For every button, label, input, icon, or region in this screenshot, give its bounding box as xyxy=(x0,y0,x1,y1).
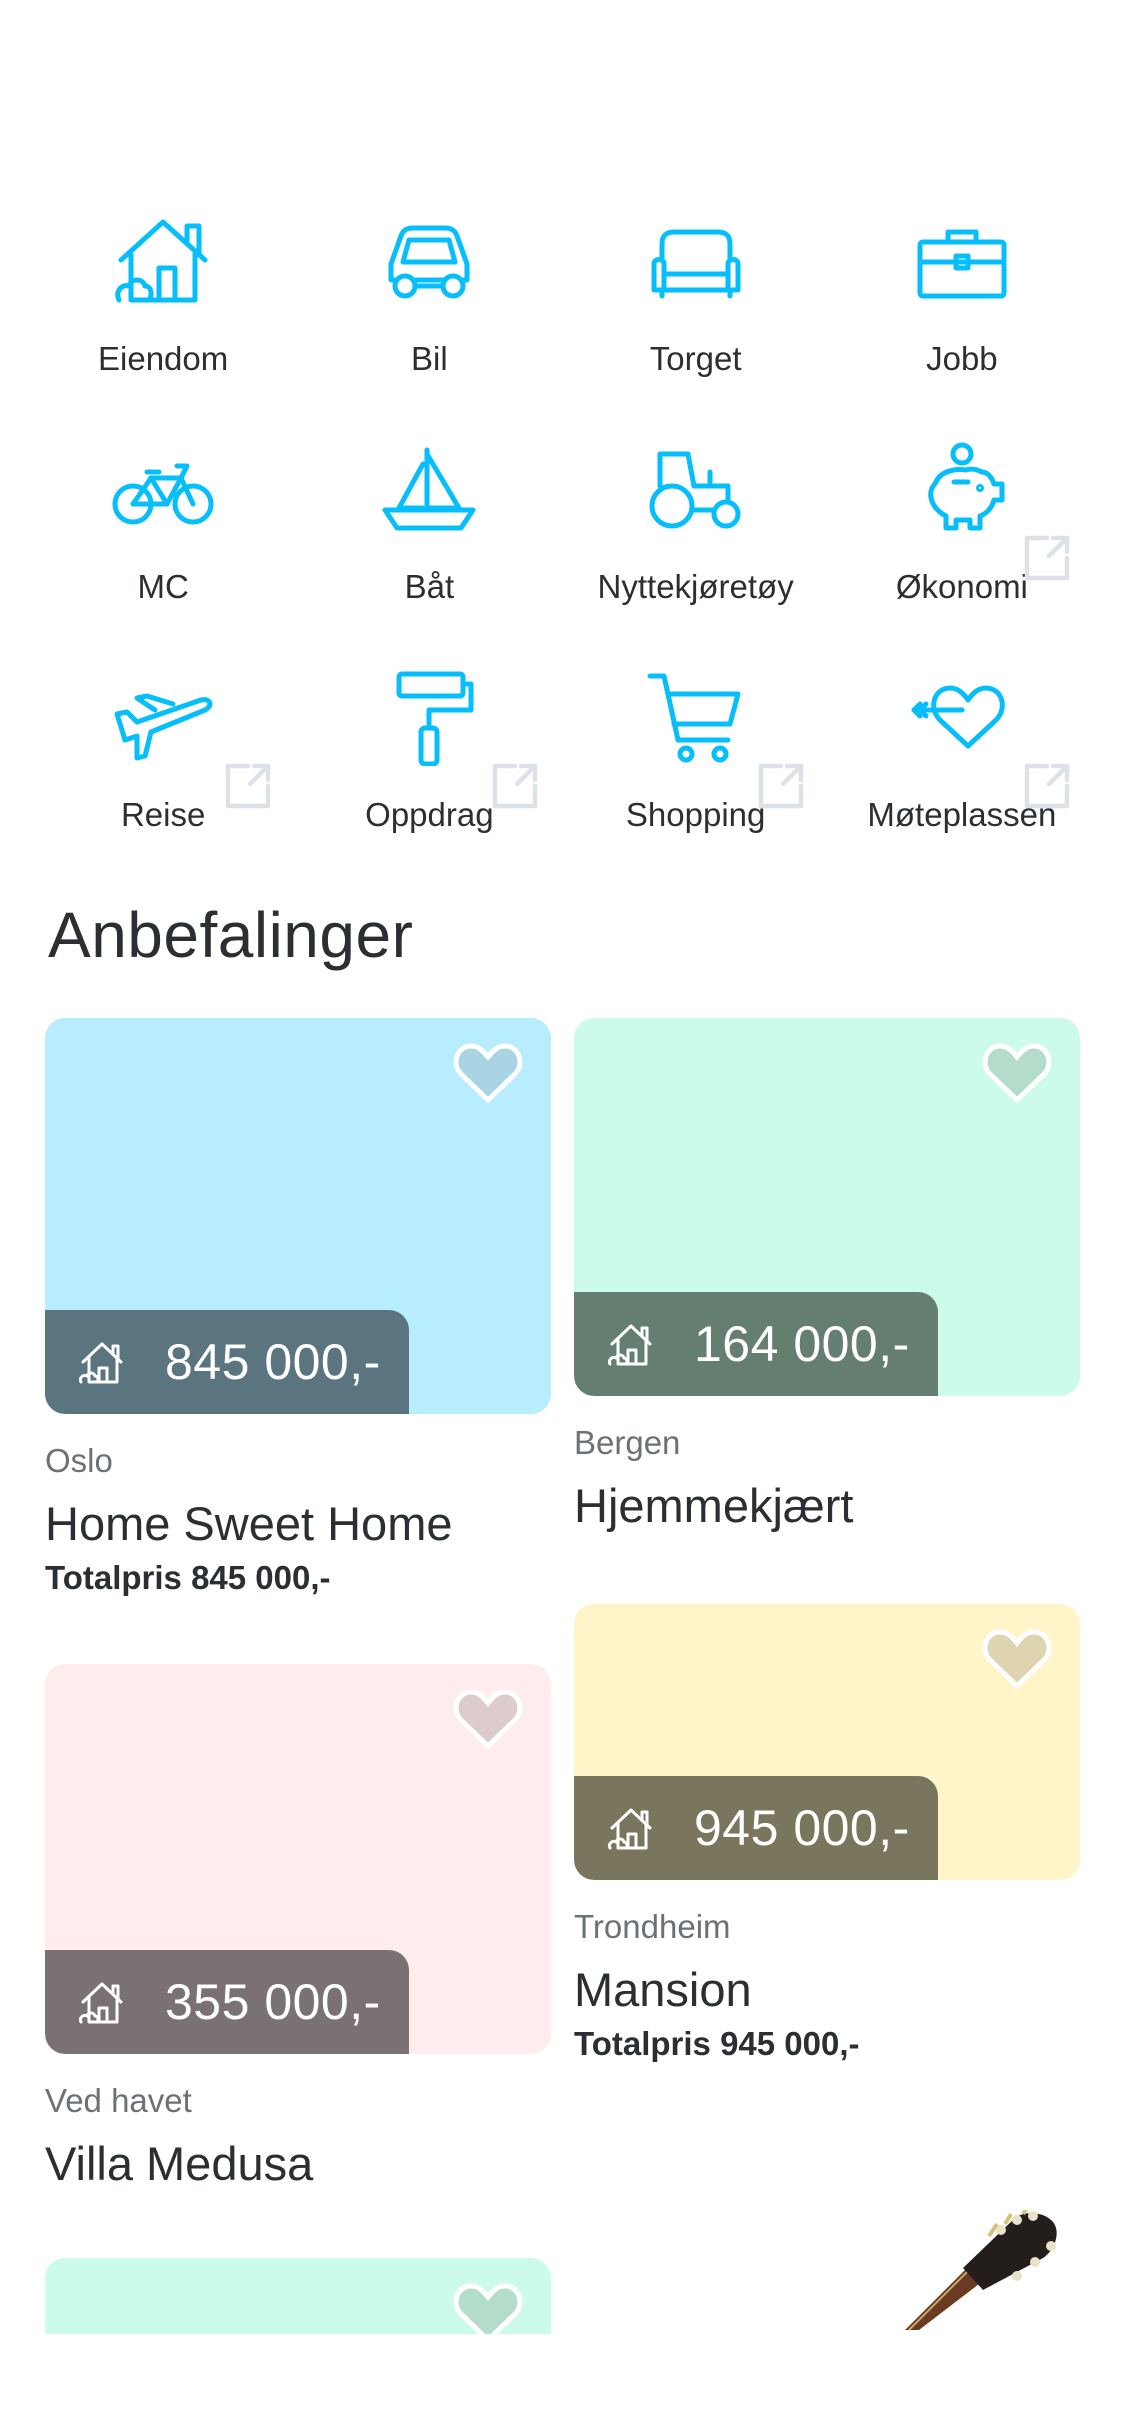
category-label: Reise xyxy=(120,796,206,833)
category-jobb[interactable]: Jobb xyxy=(829,200,1095,428)
favorite-heart-icon[interactable] xyxy=(982,1626,1052,1690)
listing-location: Bergen xyxy=(574,1424,681,1461)
listing-location: Ved havet xyxy=(45,2082,192,2119)
section-title: Anbefalinger xyxy=(48,899,414,971)
house-icon xyxy=(79,1342,123,1384)
price-badge: 945 000,- xyxy=(574,1776,938,1880)
price-text: 164 000,- xyxy=(694,1316,910,1372)
listing-card[interactable]: 945 000,- Trondheim Mansion Totalpris 94… xyxy=(574,1604,1080,2063)
category-oppdrag[interactable]: Oppdrag xyxy=(296,656,562,884)
guitar-image[interactable] xyxy=(905,2206,1065,2331)
house-icon xyxy=(608,1324,652,1366)
car-icon xyxy=(369,200,489,310)
price-badge: 164 000,- xyxy=(574,1292,938,1396)
category-label: Båt xyxy=(404,568,455,605)
category-bil[interactable]: Bil xyxy=(296,200,562,428)
category-eiendom[interactable]: Eiendom xyxy=(30,200,296,428)
listing-total-price: Totalpris 945 000,- xyxy=(574,2025,860,2062)
tractor-icon xyxy=(636,428,756,538)
house-icon xyxy=(103,200,223,310)
favorite-heart-icon[interactable] xyxy=(982,1040,1052,1104)
external-link-icon xyxy=(1019,758,1075,814)
category-okonomi[interactable]: Økonomi xyxy=(829,428,1095,656)
external-link-icon xyxy=(1019,530,1075,586)
category-label: Jobb xyxy=(926,340,998,377)
category-grid: Eiendom Bil Torget Jobb MC Båt Nyttekjør… xyxy=(30,200,1095,884)
listing-image[interactable]: 845 000,- xyxy=(45,1018,551,1414)
listing-title: Home Sweet Home xyxy=(45,1497,453,1550)
category-label: Nyttekjøretøy xyxy=(597,568,794,605)
briefcase-icon xyxy=(902,200,1022,310)
listing-location: Oslo xyxy=(45,1442,113,1479)
favorite-heart-icon[interactable] xyxy=(453,1040,523,1104)
listing-image[interactable]: 945 000,- xyxy=(574,1604,1080,1880)
sofa-icon xyxy=(636,200,756,310)
listing-card[interactable]: 355 000,- Ved havet Villa Medusa xyxy=(45,1664,551,2191)
category-moteplassen[interactable]: Møteplassen xyxy=(829,656,1095,884)
listing-image[interactable]: 164 000,- xyxy=(574,1018,1080,1396)
category-reise[interactable]: Reise xyxy=(30,656,296,884)
listing-image[interactable]: 355 000,- xyxy=(45,1664,551,2054)
listing-card[interactable] xyxy=(45,2258,551,2334)
category-nyttekjoretoy[interactable]: Nyttekjøretøy xyxy=(563,428,829,656)
external-link-icon xyxy=(753,758,809,814)
paint-roller-icon xyxy=(369,656,489,766)
category-label: Shopping xyxy=(625,796,766,833)
listing-card[interactable]: 845 000,- Oslo Home Sweet Home Totalpris… xyxy=(45,1018,551,1597)
category-label: Bil xyxy=(411,340,448,377)
price-text: 945 000,- xyxy=(694,1800,910,1856)
external-link-icon xyxy=(487,758,543,814)
sailboat-icon xyxy=(369,428,489,538)
price-text: 355 000,- xyxy=(165,1974,381,2030)
listing-image[interactable] xyxy=(45,2258,551,2334)
listing-card[interactable]: 164 000,- Bergen Hjemmekjært xyxy=(574,1018,1080,1533)
category-label: Oppdrag xyxy=(365,796,494,833)
category-label: MC xyxy=(137,568,189,605)
listing-title: Hjemmekjært xyxy=(574,1479,854,1532)
listing-title: Mansion xyxy=(574,1963,752,2016)
price-badge: 355 000,- xyxy=(45,1950,409,2054)
category-label: Torget xyxy=(649,340,742,377)
listing-title: Villa Medusa xyxy=(45,2137,314,2190)
house-icon xyxy=(608,1808,652,1850)
category-torget[interactable]: Torget xyxy=(563,200,829,428)
category-bat[interactable]: Båt xyxy=(296,428,562,656)
heart-arrow-icon xyxy=(902,656,1022,766)
listing-total-price: Totalpris 845 000,- xyxy=(45,1559,331,1596)
airplane-icon xyxy=(103,656,223,766)
category-label: Økonomi xyxy=(895,568,1028,605)
shopping-cart-icon xyxy=(636,656,756,766)
category-mc[interactable]: MC xyxy=(30,428,296,656)
piggy-bank-icon xyxy=(902,428,1022,538)
listing-location: Trondheim xyxy=(574,1908,731,1945)
category-shopping[interactable]: Shopping xyxy=(563,656,829,884)
price-badge: 845 000,- xyxy=(45,1310,409,1414)
favorite-heart-icon[interactable] xyxy=(453,2280,523,2334)
category-label: Eiendom xyxy=(98,340,229,377)
external-link-icon xyxy=(220,758,276,814)
house-icon xyxy=(79,1982,123,2024)
favorite-heart-icon[interactable] xyxy=(453,1686,523,1750)
price-text: 845 000,- xyxy=(165,1334,381,1390)
bicycle-icon xyxy=(103,428,223,538)
